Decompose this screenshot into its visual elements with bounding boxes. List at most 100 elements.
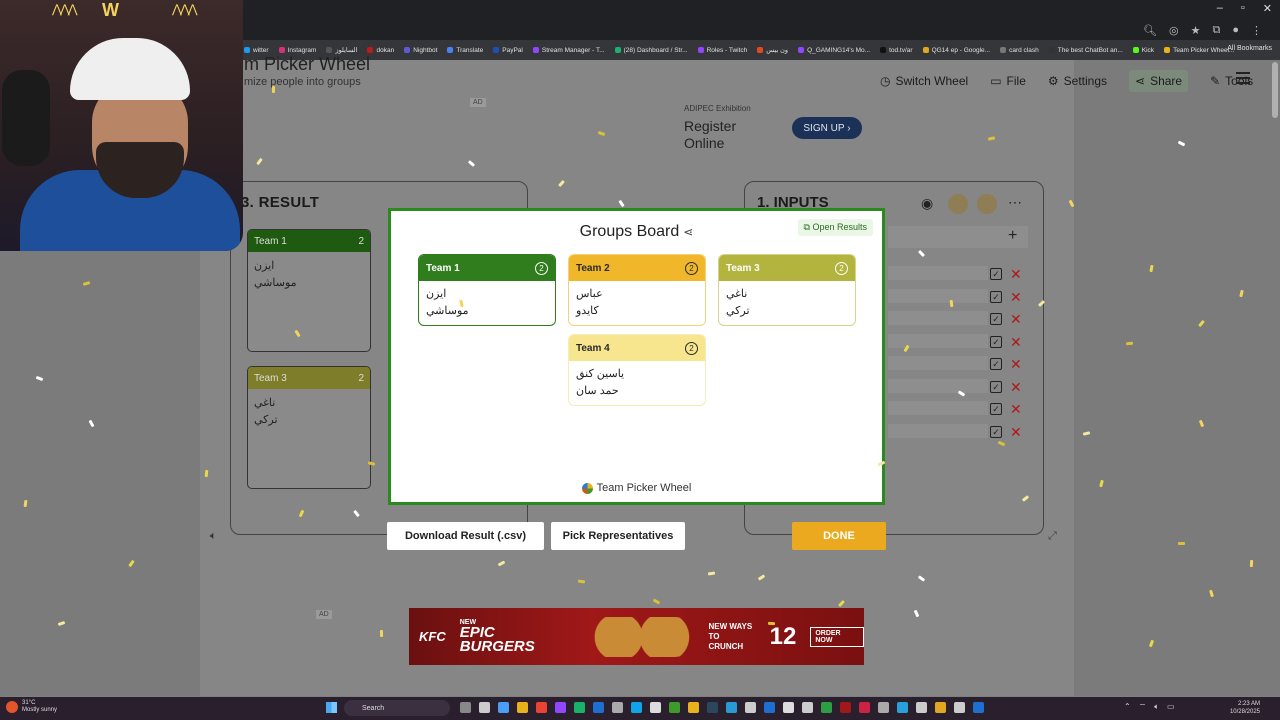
minimize-icon[interactable]: – (1217, 2, 1223, 15)
extensions-icon[interactable]: ⧉ (1212, 24, 1220, 37)
bookmark-item[interactable]: Team Picker Wheel... (1164, 47, 1234, 54)
result-card-team-3[interactable]: Team 3 2 ناغي تركي (247, 366, 371, 489)
hamburger-menu-icon[interactable] (1236, 72, 1250, 87)
open-results-button[interactable]: ⧉ Open Results (797, 219, 873, 236)
taskbar-app-icon[interactable] (574, 702, 585, 713)
bookmark-item[interactable]: Kick (1132, 47, 1154, 54)
visibility-eye-icon[interactable]: ◉ (921, 195, 933, 212)
share-icon[interactable]: ⋖ (683, 225, 693, 239)
taskbar-app-icon[interactable] (840, 702, 851, 713)
windows-start-icon[interactable] (326, 702, 337, 713)
taskbar-clock[interactable]: 2:23 AM 10/28/2025 (1230, 700, 1260, 716)
done-button[interactable]: DONE (792, 522, 886, 550)
shuffle-icon[interactable] (977, 194, 997, 214)
result-card-team-1[interactable]: Team 1 2 ايزن موساشي (247, 229, 371, 352)
sound-icon[interactable]: 🔈︎ (210, 530, 217, 543)
settings-menu[interactable]: ⚙ Settings (1048, 74, 1107, 88)
fullscreen-icon[interactable]: ⤢ (1048, 530, 1057, 543)
taskbar-app-icon[interactable] (726, 702, 737, 713)
checkbox-icon[interactable]: ✓ (990, 290, 1002, 303)
bottom-ad-banner[interactable]: KFC NEW EPIC BURGERS NEW WAYS TO CRUNCH 12… (409, 608, 864, 665)
input-entry[interactable] (888, 333, 988, 348)
taskbar-app-icon[interactable] (555, 702, 566, 713)
bookmark-item[interactable]: The best ChatBot an... (1048, 47, 1123, 54)
bookmark-item[interactable]: السايلوز (326, 46, 357, 54)
add-input-field[interactable] (888, 226, 1028, 248)
taskbar-app-icon[interactable] (650, 702, 661, 713)
bookmark-item[interactable]: dokan (367, 47, 394, 54)
file-menu[interactable]: ▭ File (990, 74, 1026, 88)
checkbox-icon[interactable]: ✓ (990, 403, 1002, 415)
all-bookmarks[interactable]: All Bookmarks (1227, 45, 1272, 52)
bookmark-item[interactable]: Translate (447, 47, 483, 54)
taskbar-app-icon[interactable] (745, 702, 756, 713)
input-entry[interactable] (888, 266, 988, 280)
taskbar-app-icon[interactable] (802, 702, 813, 713)
bookmark-item[interactable]: Q_GAMING14's Mo... (798, 47, 870, 54)
bookmark-item[interactable]: (28) Dashboard / Str... (614, 47, 688, 54)
star-icon[interactable]: ★ (1191, 24, 1201, 37)
taskbar-app-icon[interactable] (498, 702, 509, 713)
taskbar-app-icon[interactable] (460, 702, 471, 713)
taskbar-app-icon[interactable] (878, 702, 889, 713)
taskbar-app-icon[interactable] (517, 702, 528, 713)
delete-icon[interactable]: ✕ (1010, 425, 1022, 439)
input-entry[interactable] (888, 401, 988, 415)
delete-icon[interactable]: ✕ (1010, 402, 1022, 416)
checkbox-icon[interactable]: ✓ (990, 268, 1002, 280)
bookmark-item[interactable]: card clash (1000, 47, 1039, 54)
bookmark-item[interactable]: Nightbot (404, 47, 437, 54)
taskbar-app-icon[interactable] (916, 702, 927, 713)
taskbar-app-icon[interactable] (954, 702, 965, 713)
profile-icon[interactable]: ● (1232, 24, 1239, 37)
battery-icon[interactable]: ▭ (1167, 702, 1175, 712)
input-entry[interactable] (888, 356, 988, 370)
bookmark-item[interactable]: tod.tv/ar (880, 47, 913, 54)
bookmark-item[interactable]: PayPal (493, 47, 523, 54)
team-card[interactable]: Team 2 2 عباس كايدو (568, 254, 706, 326)
taskbar-app-icon[interactable] (764, 702, 775, 713)
download-result-button[interactable]: Download Result (.csv) (387, 522, 544, 550)
taskbar-app-icon[interactable] (612, 702, 623, 713)
team-card[interactable]: Team 1 2 ايزن موساشي (418, 254, 556, 326)
tray-chevron-icon[interactable]: ⌃ (1124, 702, 1131, 712)
delete-icon[interactable]: ✕ (1010, 357, 1022, 371)
checkbox-icon[interactable]: ✓ (990, 335, 1002, 348)
input-entry[interactable] (888, 288, 988, 303)
delete-icon[interactable]: ✕ (1010, 312, 1022, 326)
bookmark-item[interactable]: ون بيس (757, 46, 788, 54)
ad-top-large-text[interactable]: Register Online (684, 118, 736, 152)
ad-signup-button[interactable]: SIGN UP › (792, 117, 862, 139)
delete-icon[interactable]: ✕ (1010, 335, 1022, 349)
delete-icon[interactable]: ✕ (1010, 267, 1022, 281)
switch-wheel-button[interactable]: ◷ Switch Wheel (880, 74, 968, 88)
bookmark-item[interactable]: witter (244, 47, 269, 54)
taskbar-app-icon[interactable] (536, 702, 547, 713)
checkbox-icon[interactable]: ✓ (990, 358, 1002, 370)
bookmark-item[interactable]: Stream Manager - T... (532, 47, 605, 54)
page-scrollbar[interactable] (1272, 62, 1278, 118)
checkbox-icon[interactable]: ✓ (990, 380, 1002, 393)
close-icon[interactable]: ✕ (1263, 2, 1272, 15)
checkbox-icon[interactable]: ✓ (990, 425, 1002, 438)
volume-icon[interactable]: 🔈︎ (1154, 702, 1159, 712)
input-entry[interactable] (888, 311, 988, 325)
taskbar-app-icon[interactable] (859, 702, 870, 713)
taskbar-app-icon[interactable] (669, 702, 680, 713)
taskbar-app-icon[interactable] (783, 702, 794, 713)
weather-widget[interactable]: 31°C Mostly sunny (6, 700, 57, 714)
input-entry[interactable] (888, 423, 988, 438)
sort-icon[interactable] (948, 194, 968, 214)
taskbar-app-icon[interactable] (479, 702, 490, 713)
pick-representatives-button[interactable]: Pick Representatives (551, 522, 685, 550)
delete-icon[interactable]: ✕ (1010, 290, 1022, 304)
taskbar-app-icon[interactable] (935, 702, 946, 713)
team-card[interactable]: Team 3 2 ناغي تركي (718, 254, 856, 326)
delete-icon[interactable]: ✕ (1010, 380, 1022, 394)
taskbar-app-icon[interactable] (707, 702, 718, 713)
taskbar-app-icon[interactable] (593, 702, 604, 713)
bookmark-item[interactable]: Roles - Twitch (697, 47, 747, 54)
zoom-icon[interactable]: 🔍︎ (1143, 24, 1157, 37)
share-button[interactable]: ⋖ Share (1129, 70, 1189, 92)
bookmark-item[interactable]: QG14 ep - Google... (922, 47, 990, 54)
